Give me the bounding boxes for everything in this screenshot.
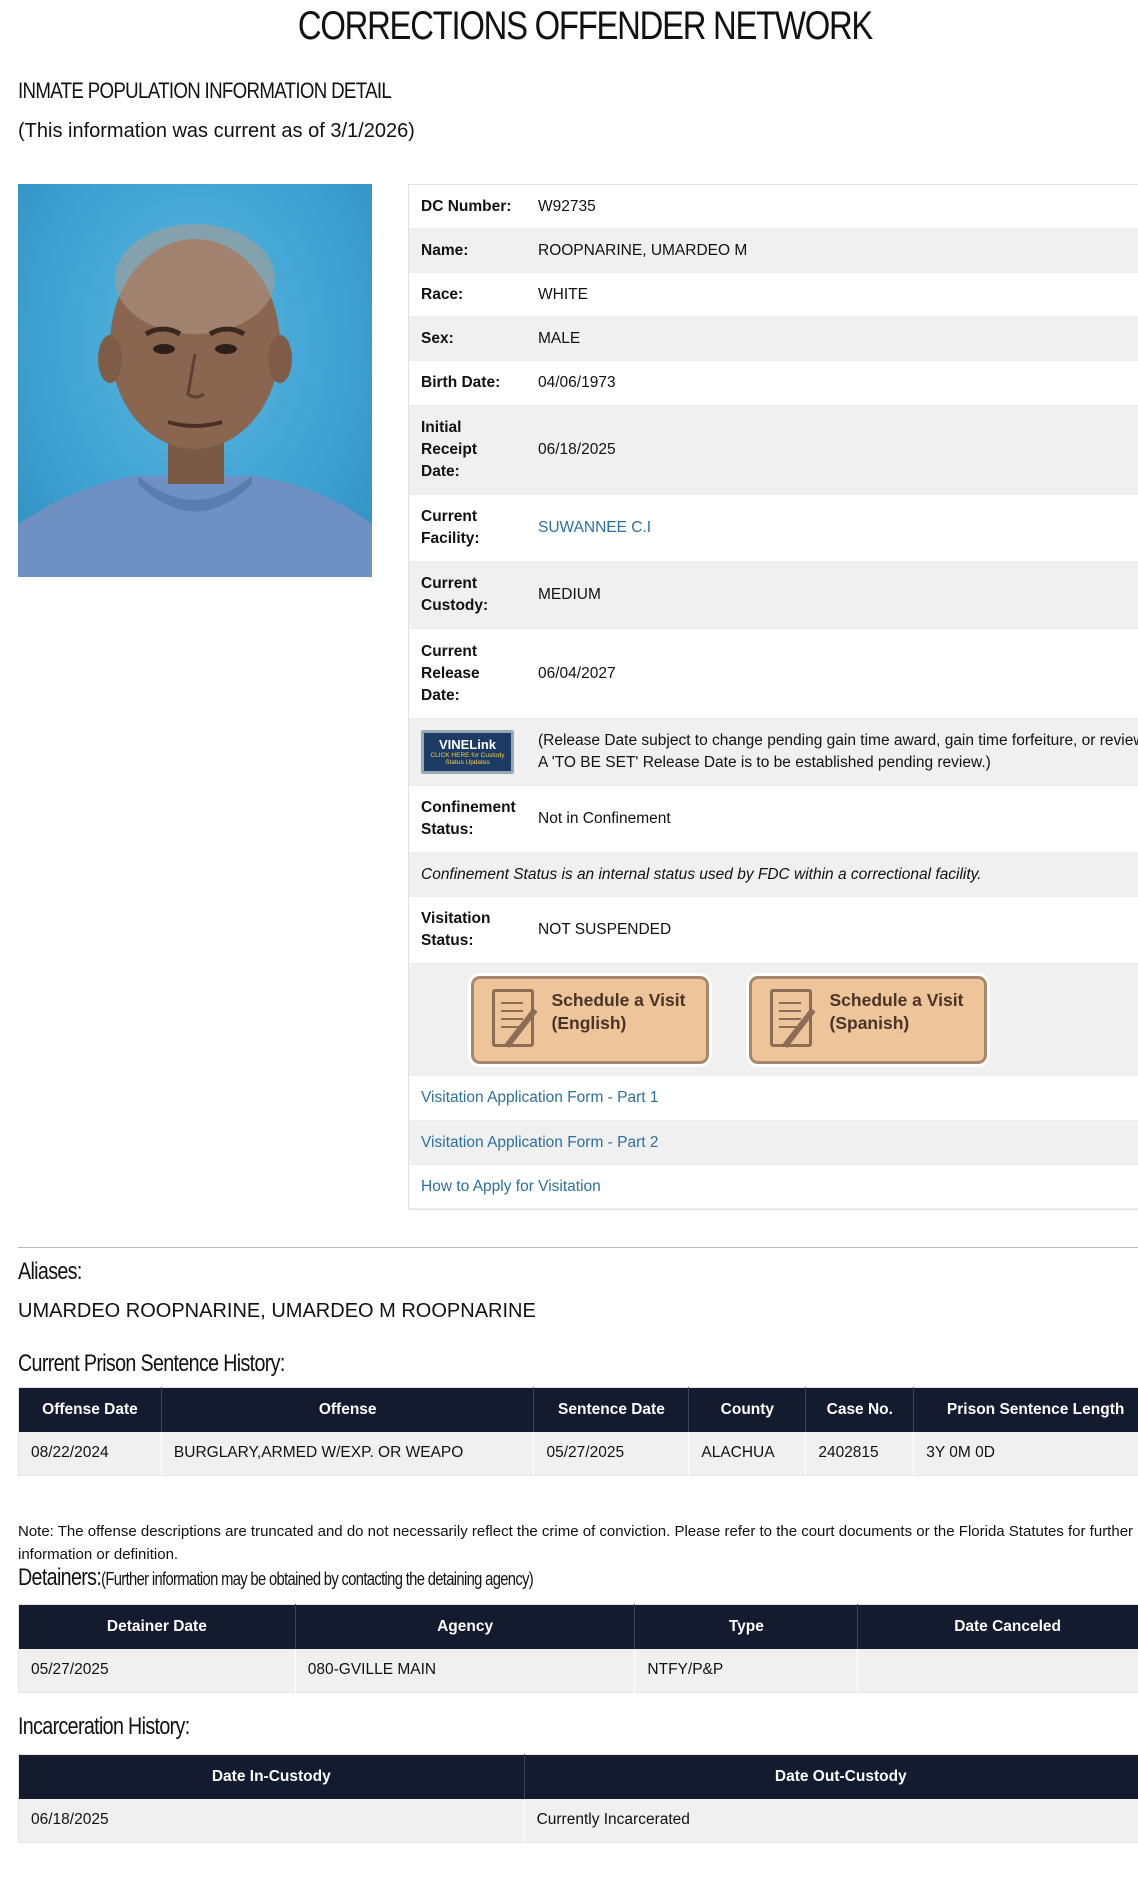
inmate-photo	[18, 184, 372, 577]
table-header-row: Detainer Date Agency Type Date Canceled	[18, 1604, 1138, 1649]
detainers-table: Detainer Date Agency Type Date Canceled …	[18, 1604, 1138, 1693]
section-divider	[18, 1247, 1138, 1248]
col-case-no: Case No.	[805, 1387, 915, 1432]
col-county: County	[688, 1387, 807, 1432]
col-detainer-date: Detainer Date	[18, 1604, 296, 1649]
row-confinement: Confinement Status: Not in Confinement	[409, 786, 1138, 853]
row-sex: Sex: MALE	[409, 317, 1138, 361]
confinement-value: Not in Confinement	[538, 810, 671, 827]
row-name: Name: ROOPNARINE, UMARDEO M	[409, 229, 1138, 273]
table-row: 08/22/2024 BURGLARY,ARMED W/EXP. OR WEAP…	[18, 1431, 1138, 1476]
cell-date-out-custody: Currently Incarcerated	[524, 1798, 1138, 1843]
birth-date-label: Birth Date:	[421, 374, 501, 391]
confinement-note: Confinement Status is an internal status…	[409, 853, 1138, 897]
row-visitation: Visitation Status: NOT SUSPENDED	[409, 897, 1138, 964]
cell-offense: BURGLARY,ARMED W/EXP. OR WEAPO	[161, 1431, 535, 1476]
vine-cell: VINELink CLICK HERE for Custody Status U…	[421, 730, 538, 774]
col-offense: Offense	[161, 1387, 535, 1432]
aliases-text: UMARDEO ROOPNARINE, UMARDEO M ROOPNARINE	[18, 1300, 536, 1322]
cell-sentence-date: 05/27/2025	[533, 1431, 690, 1476]
cell-offense-date: 08/22/2024	[18, 1431, 162, 1476]
row-vine: VINELink CLICK HERE for Custody Status U…	[409, 719, 1138, 786]
as-of-date: (This information was current as of 3/1/…	[18, 120, 415, 142]
visitation-label: Visitation Status:	[421, 910, 491, 949]
schedule-visit-english-button[interactable]: Schedule a Visit (English)	[470, 975, 709, 1064]
cell-date-canceled	[857, 1648, 1138, 1693]
custody-value: MEDIUM	[538, 586, 601, 603]
table-header-row: Offense Date Offense Sentence Date Count…	[18, 1387, 1138, 1432]
row-form-part1: Visitation Application Form - Part 1	[409, 1076, 1138, 1121]
aliases-title: Aliases:	[18, 1258, 82, 1285]
site-title: CORRECTIONS OFFENDER NETWORK	[297, 4, 873, 48]
schedule-visit-spanish-button[interactable]: Schedule a Visit (Spanish)	[748, 975, 987, 1064]
sentence-history-table: Offense Date Offense Sentence Date Count…	[18, 1387, 1138, 1476]
row-form-part2: Visitation Application Form - Part 2	[409, 1121, 1138, 1165]
dc-number-value: W92735	[538, 197, 596, 215]
detainers-title: Detainers:(Further information may be ob…	[18, 1564, 534, 1591]
schedule-visit-spanish-label: Schedule a Visit (Spanish)	[829, 989, 964, 1033]
table-row: 05/27/2025 080-GVILLE MAIN NTFY/P&P	[18, 1648, 1138, 1693]
col-type: Type	[634, 1604, 859, 1649]
inmate-details-table: DC Number: W92735 Name: ROOPNARINE, UMAR…	[408, 184, 1138, 1210]
row-visit-buttons: Schedule a Visit (English) Schedule a Vi…	[409, 964, 1138, 1076]
page-heading: INMATE POPULATION INFORMATION DETAIL	[18, 78, 392, 103]
row-birth-date: Birth Date: 04/06/1973	[409, 361, 1138, 406]
detainers-subtitle: (Further information may be obtained by …	[101, 1569, 534, 1589]
row-dc-number: DC Number: W92735	[409, 185, 1138, 229]
row-how-to-apply: How to Apply for Visitation	[409, 1165, 1138, 1209]
birth-date-value: 04/06/1973	[538, 374, 616, 391]
visitation-form-part1-link[interactable]: Visitation Application Form - Part 1	[421, 1089, 659, 1107]
cell-agency: 080-GVILLE MAIN	[295, 1648, 636, 1693]
cell-date-in-custody: 06/18/2025	[18, 1798, 525, 1843]
row-initial-receipt: Initial Receipt Date: 06/18/2025	[409, 406, 1138, 495]
incarceration-history-table: Date In-Custody Date Out-Custody 06/18/2…	[18, 1754, 1138, 1843]
table-row: 06/18/2025 Currently Incarcerated	[18, 1798, 1138, 1843]
sentence-history-title: Current Prison Sentence History:	[18, 1350, 285, 1377]
name-value: ROOPNARINE, UMARDEO M	[538, 241, 748, 259]
vinelink-subtext: CLICK HERE for Custody Status Updates	[430, 752, 505, 766]
col-offense-date: Offense Date	[18, 1387, 162, 1432]
visitation-value: NOT SUSPENDED	[538, 921, 672, 938]
cell-type: NTFY/P&P	[634, 1648, 859, 1693]
table-header-row: Date In-Custody Date Out-Custody	[18, 1754, 1138, 1799]
visitation-form-part2-link[interactable]: Visitation Application Form - Part 2	[421, 1134, 659, 1152]
initial-receipt-label: Initial Receipt Date:	[421, 419, 477, 480]
vinelink-title: VINELink	[438, 737, 497, 752]
cell-detainer-date: 05/27/2025	[18, 1648, 296, 1693]
release-date-value: 06/04/2027	[538, 664, 616, 682]
facility-link[interactable]: SUWANNEE C.I	[538, 517, 1138, 539]
sex-label: Sex:	[421, 329, 454, 347]
row-custody: Current Custody: MEDIUM	[409, 562, 1138, 629]
incarceration-history-title: Incarceration History:	[18, 1713, 190, 1740]
col-date-in-custody: Date In-Custody	[18, 1754, 525, 1799]
race-label: Race:	[421, 285, 464, 303]
cell-county: ALACHUA	[688, 1431, 807, 1476]
row-race: Race: WHITE	[409, 273, 1138, 317]
col-date-out-custody: Date Out-Custody	[524, 1754, 1138, 1799]
sex-value: MALE	[538, 329, 581, 347]
initial-receipt-value: 06/18/2025	[538, 441, 616, 458]
offense-note: Note: The offense descriptions are trunc…	[18, 1523, 1134, 1563]
how-to-apply-link[interactable]: How to Apply for Visitation	[421, 1178, 601, 1196]
col-sentence-date: Sentence Date	[533, 1387, 690, 1432]
release-date-label: Current Release Date:	[421, 642, 480, 704]
release-date-note: (Release Date subject to change pending …	[538, 732, 1138, 771]
cell-case-no: 2402815	[805, 1431, 915, 1476]
schedule-visit-english-label: Schedule a Visit (English)	[551, 989, 686, 1033]
dc-number-label: DC Number:	[421, 197, 512, 215]
cell-sentence-length: 3Y 0M 0D	[913, 1431, 1138, 1476]
confinement-label: Confinement Status:	[421, 799, 516, 838]
row-facility: Current Facility: SUWANNEE C.I	[409, 495, 1138, 562]
col-date-canceled: Date Canceled	[857, 1604, 1138, 1649]
custody-label: Current Custody:	[421, 575, 489, 614]
facility-label: Current Facility:	[421, 508, 480, 547]
row-release-date: Current Release Date: 06/04/2027	[409, 629, 1138, 719]
race-value: WHITE	[538, 285, 588, 303]
vinelink-button[interactable]: VINELink CLICK HERE for Custody Status U…	[421, 730, 514, 774]
col-agency: Agency	[295, 1604, 636, 1649]
col-sentence-length: Prison Sentence Length	[913, 1387, 1138, 1432]
name-label: Name:	[421, 241, 469, 259]
